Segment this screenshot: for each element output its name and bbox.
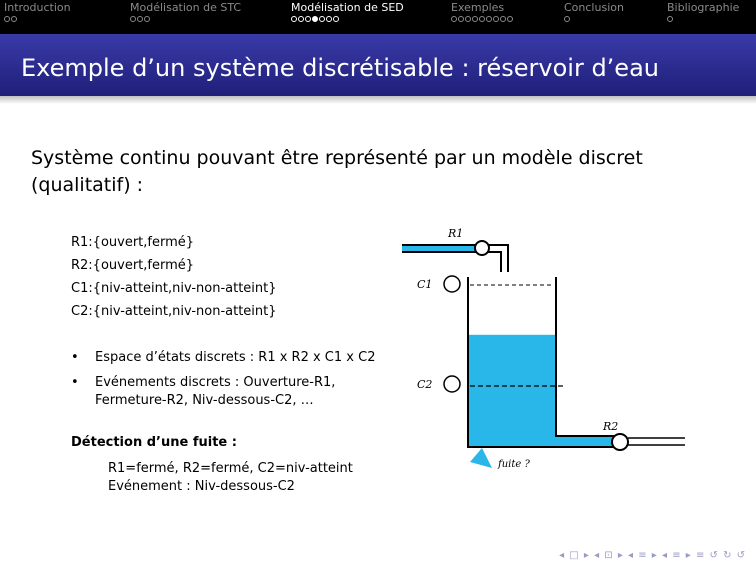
title-shadow — [0, 96, 756, 104]
outlet-water — [556, 436, 618, 447]
label-r1: R1 — [447, 227, 463, 240]
nav-frame-dot[interactable] — [312, 16, 318, 22]
bullet-mark: • — [71, 375, 79, 390]
nav-section-6[interactable]: Bibliographie — [667, 1, 739, 14]
nav-frame-dot[interactable] — [507, 16, 513, 22]
nav-section-dots — [4, 16, 18, 26]
nav-frame-dot[interactable] — [451, 16, 457, 22]
detection-title: Détection d’une fuite : — [71, 435, 237, 450]
sensor-c2-icon — [443, 375, 461, 393]
nav-frame-dot[interactable] — [130, 16, 136, 22]
nav-frame-dot[interactable] — [144, 16, 150, 22]
nav-frame-dot[interactable] — [493, 16, 499, 22]
valve-r1-icon — [474, 240, 490, 256]
water-level — [468, 334, 556, 447]
nav-frame-dot[interactable] — [564, 16, 570, 22]
nav-frame-dot[interactable] — [479, 16, 485, 22]
nav-frame-dot[interactable] — [486, 16, 492, 22]
nav-frame-dot[interactable] — [291, 16, 297, 22]
water-tank-diagram: R1 C1 C2 R2 fuite ? — [402, 227, 685, 470]
domain-c1: C1:{niv-atteint,niv-non-atteint} — [71, 281, 277, 296]
label-c2: C2 — [417, 378, 432, 391]
nav-section-dots — [451, 16, 514, 26]
bullet-mark: • — [71, 350, 79, 365]
bullet-text: Fermeture-R2, Niv-dessous-C2, … — [95, 393, 314, 408]
nav-frame-dot[interactable] — [465, 16, 471, 22]
nav-frame-dot[interactable] — [298, 16, 304, 22]
label-c1: C1 — [417, 278, 432, 291]
detection-line: Evénement : Niv-dessous-C2 — [108, 479, 295, 494]
nav-section-dots — [564, 16, 571, 26]
nav-frame-dot[interactable] — [458, 16, 464, 22]
bullet-text: Espace d’états discrets : R1 x R2 x C1 x… — [95, 350, 376, 365]
nav-frame-dot[interactable] — [333, 16, 339, 22]
nav-frame-dot[interactable] — [472, 16, 478, 22]
nav-section-dots — [291, 16, 340, 26]
beamer-navigation-symbols[interactable]: ◂ □ ▸ ◂ ⊡ ▸ ◂ ≡ ▸ ◂ ≡ ▸ ≡ ↺ ↻ ↺ — [559, 550, 746, 561]
nav-section-5[interactable]: Conclusion — [564, 1, 624, 14]
tank-wall — [555, 277, 620, 437]
nav-frame-dot[interactable] — [500, 16, 506, 22]
frame-title: Exemple d’un système discrétisable : rés… — [21, 54, 659, 82]
domain-r1: R1:{ouvert,fermé} — [71, 235, 195, 250]
nav-section-dots — [130, 16, 151, 26]
nav-frame-dot[interactable] — [11, 16, 17, 22]
nav-section-1[interactable]: Introduction — [4, 1, 71, 14]
leak-icon — [470, 448, 492, 468]
nav-section-dots — [667, 16, 674, 26]
nav-frame-dot[interactable] — [326, 16, 332, 22]
inlet-pipe — [402, 251, 502, 272]
bullet-text: Evénements discrets : Ouverture-R1, — [95, 375, 336, 390]
sensor-c1-icon — [443, 275, 461, 293]
nav-frame-dot[interactable] — [319, 16, 325, 22]
intro-text: Système continu pouvant être représenté … — [31, 147, 643, 196]
label-r2: R2 — [602, 420, 618, 433]
nav-frame-dot[interactable] — [137, 16, 143, 22]
valve-r2-icon — [611, 433, 629, 451]
nav-section-3[interactable]: Modélisation de SED — [291, 1, 404, 14]
detection-line: R1=fermé, R2=fermé, C2=niv-atteint — [108, 461, 353, 476]
section-navigation-bar: Introduction Modélisation de STC Modélisat… — [0, 0, 756, 34]
domain-r2: R2:{ouvert,fermé} — [71, 258, 195, 273]
nav-frame-dot[interactable] — [4, 16, 10, 22]
nav-frame-dot[interactable] — [667, 16, 673, 22]
inlet-water — [402, 245, 476, 252]
nav-section-2[interactable]: Modélisation de STC — [130, 1, 241, 14]
domain-c2: C2:{niv-atteint,niv-non-atteint} — [71, 304, 277, 319]
nav-section-4[interactable]: Exemples — [451, 1, 504, 14]
nav-frame-dot[interactable] — [305, 16, 311, 22]
label-leak: fuite ? — [497, 459, 530, 470]
frame-title-bar: Exemple d’un système discrétisable : rés… — [0, 34, 756, 96]
